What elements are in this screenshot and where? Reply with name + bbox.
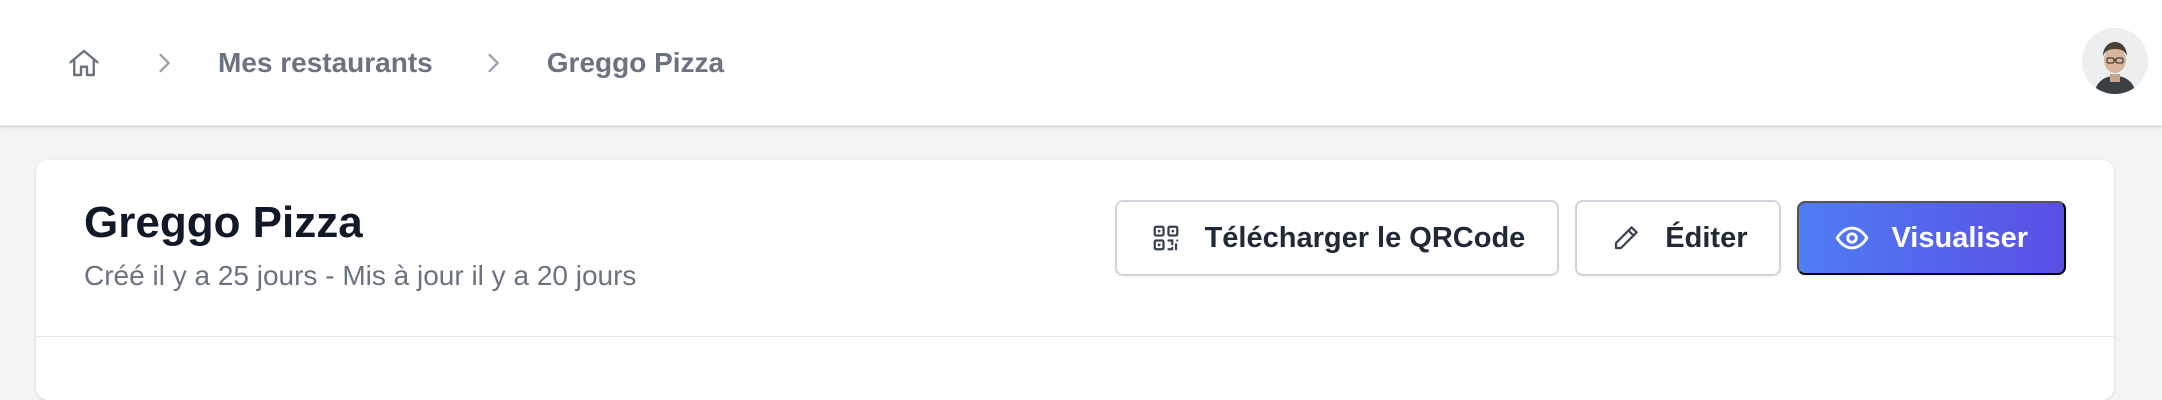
breadcrumb-item-restaurants[interactable]: Mes restaurants — [218, 47, 433, 79]
chevron-right-icon — [148, 47, 180, 79]
eye-icon — [1835, 221, 1869, 255]
breadcrumb: Mes restaurants Greggo Pizza — [64, 40, 724, 86]
card-header: Greggo Pizza Créé il y a 25 jours - Mis … — [36, 160, 2114, 337]
qrcode-icon — [1149, 221, 1183, 255]
page-title: Greggo Pizza — [84, 198, 363, 247]
edit-button[interactable]: Éditer — [1575, 200, 1782, 276]
view-label: Visualiser — [1891, 221, 2028, 254]
top-navigation-bar: Mes restaurants Greggo Pizza — [0, 0, 2162, 126]
view-button[interactable]: Visualiser — [1797, 201, 2066, 275]
breadcrumb-item-current[interactable]: Greggo Pizza — [547, 47, 724, 79]
restaurant-card: Greggo Pizza Créé il y a 25 jours - Mis … — [36, 160, 2114, 400]
pencil-icon — [1609, 221, 1643, 255]
download-qrcode-label: Télécharger le QRCode — [1204, 221, 1526, 254]
home-icon[interactable] — [64, 43, 104, 83]
avatar[interactable] — [2082, 28, 2148, 94]
header-actions: Télécharger le QRCode Éditer Visualiser — [1114, 200, 2066, 276]
download-qrcode-button[interactable]: Télécharger le QRCode — [1114, 200, 1560, 276]
chevron-right-icon — [477, 47, 509, 79]
edit-label: Éditer — [1665, 221, 1748, 254]
restaurant-meta: Créé il y a 25 jours - Mis à jour il y a… — [84, 260, 637, 291]
